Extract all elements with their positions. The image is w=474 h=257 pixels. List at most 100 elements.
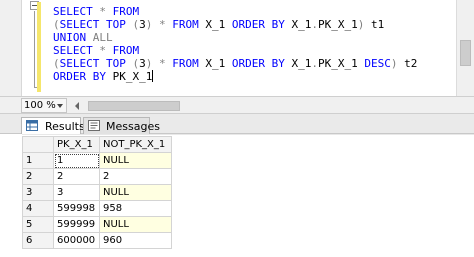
tab-results[interactable]: Results	[21, 117, 85, 134]
code-token: FROM	[112, 5, 140, 18]
column-header-notpk[interactable]: NOT_PK_X_1	[99, 136, 172, 153]
grid-corner-cell[interactable]	[22, 136, 54, 153]
code-token: PK_X_1	[318, 18, 358, 31]
row-number[interactable]: 3	[22, 184, 54, 201]
cell-notpk[interactable]: NULL	[99, 216, 172, 233]
grid-icon	[26, 120, 38, 131]
cell-pk[interactable]: 599998	[53, 200, 100, 217]
cell-pk[interactable]: 3	[53, 184, 100, 201]
code-token: X_1	[284, 57, 312, 70]
code-token: FROM	[172, 57, 199, 70]
code-line[interactable]: (SELECT TOP (3) * FROM X_1 ORDER BY X_1.…	[53, 57, 453, 70]
code-token: .	[311, 18, 318, 31]
code-token: SELECT	[59, 18, 100, 31]
code-line[interactable]: SELECT * FROM	[53, 5, 453, 18]
code-token: ALL	[92, 31, 113, 44]
tab-messages[interactable]: Messages	[83, 117, 160, 134]
code-token: *	[159, 57, 166, 70]
code-token: BY	[92, 70, 106, 83]
code-token: *	[159, 18, 166, 31]
code-token: UNION	[53, 31, 87, 44]
scroll-left-arrow-icon[interactable]	[71, 99, 85, 112]
code-token: SELECT	[53, 5, 93, 18]
code-token: BY	[271, 18, 285, 31]
code-token: ORDER	[231, 57, 265, 70]
cell-notpk[interactable]: 2	[99, 168, 172, 185]
code-token: TOP	[106, 57, 126, 70]
outline-guide	[34, 11, 35, 87]
table-row[interactable]: 5 599999 NULL	[22, 216, 172, 233]
row-number[interactable]: 4	[22, 200, 54, 217]
cell-pk[interactable]: 2	[53, 168, 100, 185]
code-token: DESC	[364, 57, 391, 70]
row-number[interactable]: 1	[22, 152, 54, 169]
editor-gutter	[0, 0, 22, 96]
editor-horizontal-scroll-thumb[interactable]	[88, 101, 180, 111]
code-token: *	[99, 5, 106, 18]
table-row[interactable]: 6 600000 960	[22, 232, 172, 249]
grid-header-row: PK_X_1 NOT_PK_X_1	[22, 136, 172, 153]
results-tabs: Results Messages	[0, 114, 474, 134]
code-token: X_1	[198, 18, 232, 31]
cell-notpk[interactable]: 960	[99, 232, 172, 249]
chevron-down-icon	[57, 104, 63, 108]
cell-notpk[interactable]: 958	[99, 200, 172, 217]
row-number[interactable]: 6	[22, 232, 54, 249]
code-token: TOP	[106, 18, 126, 31]
code-token: X_1	[284, 18, 312, 31]
code-token: 3	[139, 18, 146, 31]
code-token: SELECT	[59, 57, 100, 70]
cell-notpk[interactable]: NULL	[99, 152, 172, 169]
code-line[interactable]: UNION ALL	[53, 31, 453, 44]
sql-code[interactable]: SELECT * FROM (SELECT TOP (3) * FROM X_1 …	[53, 5, 453, 83]
editor-status-bar: 100 %	[0, 96, 474, 114]
code-token: *	[99, 44, 106, 57]
text-caret	[152, 70, 154, 82]
code-token: ORDER	[53, 70, 87, 83]
code-token: t2	[397, 57, 418, 70]
code-token: SELECT	[53, 44, 93, 57]
code-token: PK_X_1	[318, 57, 358, 70]
results-grid-area: PK_X_1 NOT_PK_X_1 1 1 NULL 2 2 2 3 3 NULL 4 599998…	[0, 135, 474, 257]
code-token: (	[53, 18, 60, 31]
code-token: X_1	[198, 57, 232, 70]
cell-pk[interactable]: 599999	[53, 216, 100, 233]
column-header-pk[interactable]: PK_X_1	[53, 136, 100, 153]
code-line[interactable]: SELECT * FROM	[53, 44, 453, 57]
results-pane: Results Messages PK_X_1 NOT_PK_X_1 1 1 NUL…	[0, 114, 474, 257]
row-number[interactable]: 5	[22, 216, 54, 233]
table-row[interactable]: 222	[22, 168, 172, 185]
code-token: (	[53, 57, 60, 70]
table-row[interactable]: 4 599998 958	[22, 200, 172, 217]
editor-vertical-scroll-thumb[interactable]	[460, 40, 471, 66]
code-token: .	[311, 57, 318, 70]
code-token: )	[390, 57, 398, 70]
code-line[interactable]: (SELECT TOP (3) * FROM X_1 ORDER BY X_1.…	[53, 18, 453, 31]
zoom-dropdown[interactable]: 100 %	[21, 98, 67, 113]
code-line[interactable]: ORDER BY PK_X_1	[53, 70, 453, 83]
row-number[interactable]: 2	[22, 168, 54, 185]
code-token: PK_X_1	[106, 70, 153, 83]
cell-pk[interactable]: 600000	[53, 232, 100, 249]
query-editor[interactable]: SELECT * FROM (SELECT TOP (3) * FROM X_1 …	[0, 0, 474, 96]
table-row[interactable]: 3 3 NULL	[22, 184, 172, 201]
cell-pk[interactable]: 1	[53, 152, 100, 169]
editor-vertical-scrollbar[interactable]	[456, 0, 474, 96]
change-tracking-bar	[37, 2, 41, 92]
table-row[interactable]: 1 1 NULL	[22, 152, 172, 169]
results-grid[interactable]: PK_X_1 NOT_PK_X_1 1 1 NULL 2 2 2 3 3 NULL 4 599998…	[22, 136, 172, 249]
message-icon	[88, 120, 100, 131]
cell-notpk[interactable]: NULL	[99, 184, 172, 201]
